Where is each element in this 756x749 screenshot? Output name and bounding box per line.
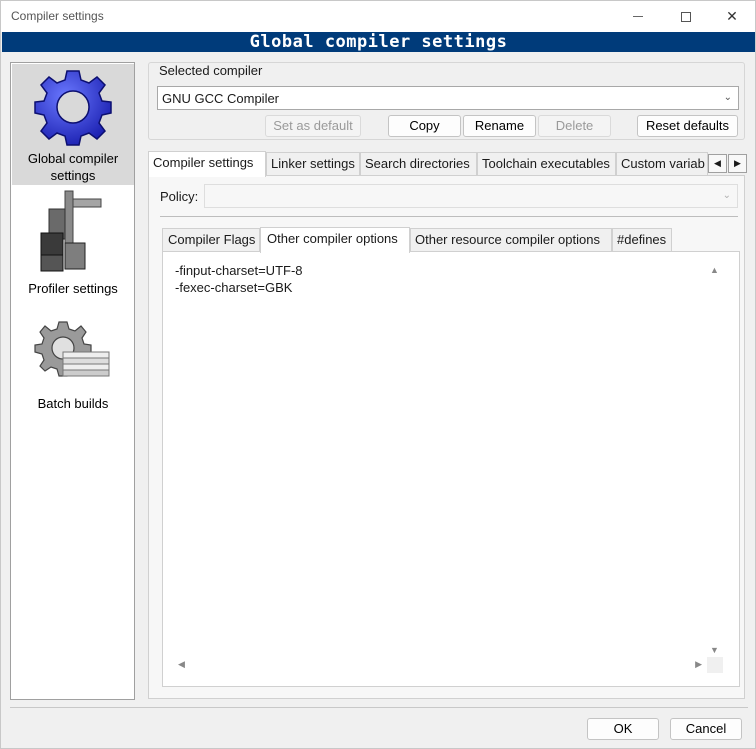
tab-compiler-flags[interactable]: Compiler Flags — [162, 228, 260, 252]
set-as-default-button[interactable]: Set as default — [265, 115, 361, 137]
scroll-up-icon[interactable]: ▲ — [710, 265, 719, 275]
tab-toolchain-executables[interactable]: Toolchain executables — [477, 152, 616, 176]
close-icon: ✕ — [726, 8, 738, 24]
close-button[interactable]: ✕ — [709, 1, 755, 32]
sidebar-item-global-compiler-settings[interactable]: Global compiler settings — [12, 64, 134, 185]
compiler-select-value: GNU GCC Compiler — [162, 91, 280, 106]
compiler-settings-window: Compiler settings ✕ Global compiler sett… — [0, 0, 756, 749]
scroll-right-icon[interactable]: ▶ — [695, 659, 702, 670]
rename-button[interactable]: Rename — [463, 115, 536, 137]
policy-label: Policy: — [160, 189, 199, 204]
ok-button[interactable]: OK — [587, 718, 659, 740]
minimize-button[interactable] — [615, 1, 661, 32]
tab-other-compiler-options[interactable]: Other compiler options — [260, 227, 410, 253]
sidebar-item-label: Batch builds — [37, 396, 109, 411]
sidebar-item-batch-builds[interactable]: Batch builds — [12, 318, 134, 418]
footer-divider — [10, 707, 748, 708]
editor-line: -fexec-charset=GBK — [175, 280, 293, 295]
reset-defaults-button[interactable]: Reset defaults — [637, 115, 738, 137]
editor-line: -finput-charset=UTF-8 — [175, 263, 303, 278]
policy-select[interactable]: ⌄ — [204, 184, 738, 208]
chevron-down-icon: ⌄ — [722, 190, 731, 201]
divider — [160, 216, 738, 217]
scroll-down-icon[interactable]: ▼ — [710, 645, 719, 655]
compiler-select[interactable]: GNU GCC Compiler ⌄ — [157, 86, 739, 110]
horizontal-scrollbar[interactable]: ◀ ▶ — [173, 657, 707, 673]
tab-linker-settings[interactable]: Linker settings — [266, 152, 360, 176]
sidebar: Global compiler settings Profiler settin… — [10, 62, 135, 700]
maximize-button[interactable] — [663, 1, 709, 32]
sidebar-item-profiler-settings[interactable]: Profiler settings — [12, 189, 134, 299]
title-bar: Compiler settings ✕ — [1, 1, 755, 32]
sidebar-item-label: Global compiler settings — [27, 151, 119, 183]
tab-defines[interactable]: #defines — [612, 228, 672, 252]
scrollbar-corner — [707, 657, 723, 673]
gear-icon — [34, 70, 112, 146]
vertical-scrollbar[interactable]: ▲ ▼ — [707, 262, 723, 657]
tab-compiler-settings[interactable]: Compiler settings — [148, 151, 266, 177]
minimize-icon — [633, 16, 643, 17]
tab-custom-variables[interactable]: Custom variab — [616, 152, 708, 176]
arrow-right-icon: ▶ — [734, 158, 741, 168]
delete-button[interactable]: Delete — [538, 115, 611, 137]
compiler-options-editor[interactable]: -finput-charset=UTF-8 -fexec-charset=GBK — [173, 262, 723, 675]
selected-compiler-label: Selected compiler — [157, 63, 265, 78]
tab-search-directories[interactable]: Search directories — [360, 152, 477, 176]
tab-scroll-left-button[interactable]: ◀ — [708, 154, 727, 173]
page-banner: Global compiler settings — [2, 32, 755, 52]
sidebar-item-label: Profiler settings — [28, 281, 118, 296]
cancel-button[interactable]: Cancel — [670, 718, 742, 740]
main-tabs: Compiler settings Linker settings Search… — [148, 151, 748, 177]
window-title: Compiler settings — [11, 9, 104, 23]
caliper-icon — [40, 190, 102, 272]
scroll-left-icon[interactable]: ◀ — [178, 659, 185, 670]
chevron-down-icon: ⌄ — [723, 92, 732, 103]
copy-button[interactable]: Copy — [388, 115, 461, 137]
sub-tabs: Compiler Flags Other compiler options Ot… — [162, 227, 740, 253]
maximize-icon — [681, 11, 691, 22]
batch-gear-icon — [34, 321, 110, 377]
arrow-left-icon: ◀ — [714, 158, 721, 168]
tab-scroll-right-button[interactable]: ▶ — [728, 154, 747, 173]
tab-other-resource-compiler-options[interactable]: Other resource compiler options — [410, 228, 612, 252]
